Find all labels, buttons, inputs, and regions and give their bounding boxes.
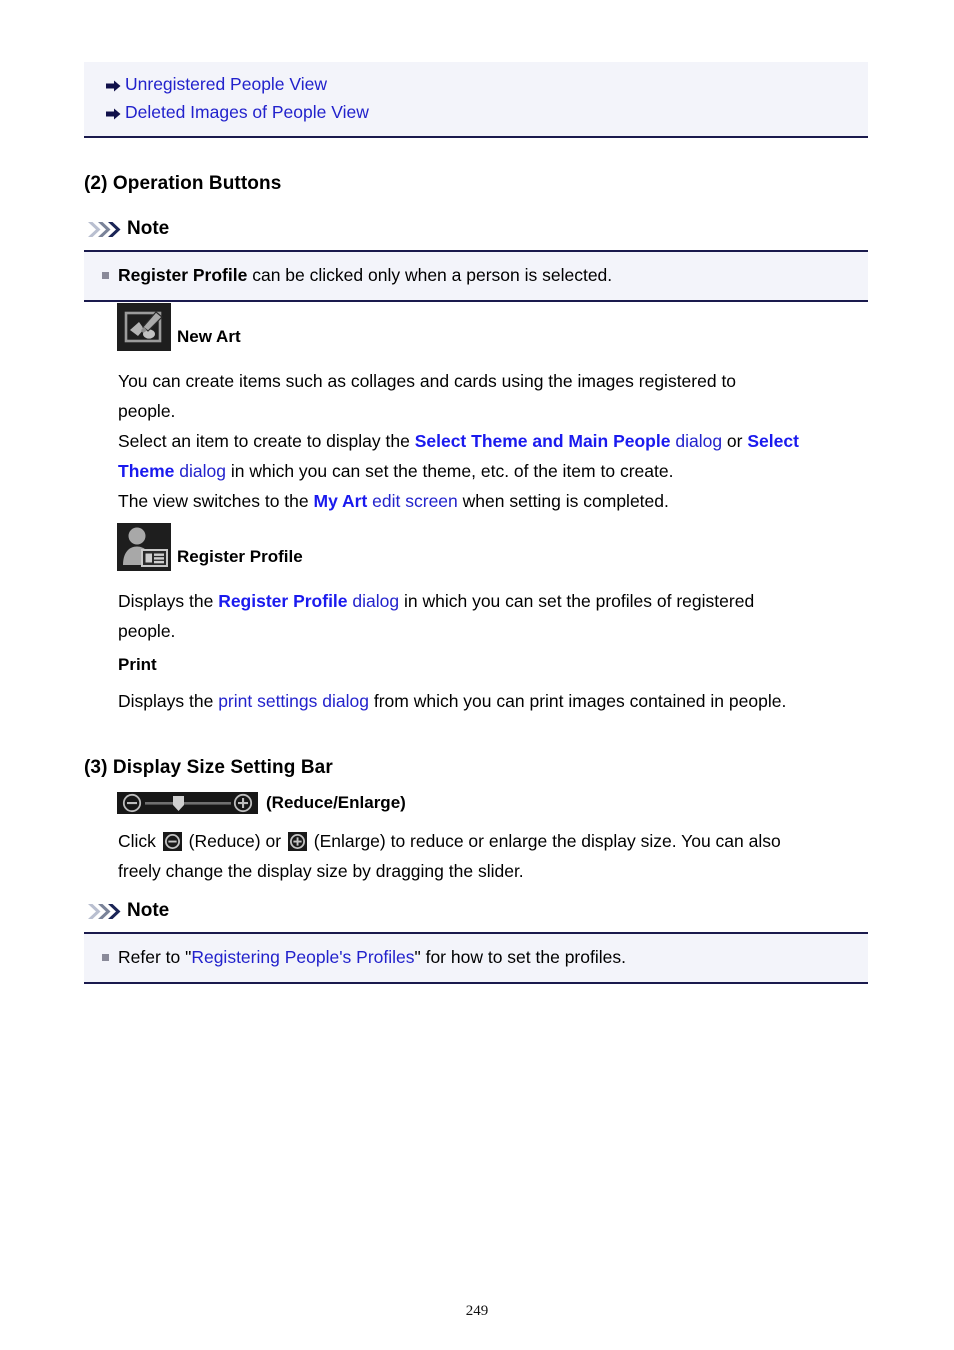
display-size-slider-row: (Reduce/Enlarge): [117, 792, 406, 814]
link-register-profile-suffix[interactable]: dialog: [348, 591, 399, 611]
document-page: Unregistered People View Deleted Images …: [0, 0, 954, 1350]
link-select-theme-and-main-people-suffix[interactable]: dialog: [670, 431, 722, 451]
link-item-unregistered-people-view[interactable]: Unregistered People View: [84, 70, 868, 98]
note-list-item: Refer to "Registering People's Profiles"…: [84, 943, 868, 971]
link-select-theme[interactable]: Select: [747, 431, 799, 451]
text-run: in which you can set the profiles of reg…: [399, 591, 755, 611]
text-run: Refer to ": [118, 947, 192, 967]
new-art-label: New Art: [177, 327, 241, 346]
display-size-description: Click (Reduce) or (Enlarge) to reduce or…: [118, 826, 878, 886]
text-run: Select an item to create to display the: [118, 431, 415, 451]
text-run: people.: [118, 621, 176, 641]
link-deleted-images-of-people-view[interactable]: Deleted Images of People View: [125, 102, 369, 122]
text-run: " for how to set the profiles.: [414, 947, 626, 967]
text-run: (Reduce) or: [183, 831, 286, 851]
related-links-box: Unregistered People View Deleted Images …: [84, 62, 868, 138]
new-art-description: You can create items such as collages an…: [118, 366, 878, 516]
paragraph-line: Select an item to create to display the …: [118, 426, 878, 456]
register-profile-label: Register Profile: [177, 547, 303, 566]
register-profile-row: Register Profile: [117, 523, 303, 571]
paragraph-line: You can create items such as collages an…: [118, 366, 878, 396]
note-list-item: Register Profile can be clicked only whe…: [84, 261, 868, 289]
register-profile-icon: [117, 523, 171, 571]
link-item-deleted-images-of-people-view[interactable]: Deleted Images of People View: [84, 98, 868, 126]
note-item-rest: can be clicked only when a person is sel…: [247, 265, 613, 285]
new-art-row: New Art: [117, 303, 241, 351]
paragraph-line: Displays the print settings dialog from …: [118, 686, 878, 716]
note-item-bold-lead: Register Profile: [118, 265, 248, 285]
text-run: You can create items such as collages an…: [118, 371, 737, 391]
note-heading-1: Note: [88, 218, 169, 240]
note-box-2: Refer to "Registering People's Profiles"…: [84, 932, 868, 984]
note-box-1: Register Profile can be clicked only whe…: [84, 250, 868, 302]
heading-operation-buttons: (2) Operation Buttons: [84, 173, 282, 194]
text-run: in which you can set the theme, etc. of …: [225, 461, 674, 481]
text-run: Displays the: [118, 591, 219, 611]
text-run: or: [722, 431, 748, 451]
page-number: 249: [465, 1303, 489, 1319]
display-size-slider-icon[interactable]: [117, 792, 258, 814]
link-registering-peoples-profiles[interactable]: Registering People's Profiles: [191, 947, 414, 967]
register-profile-description: Displays the Register Profile dialog in …: [118, 586, 878, 646]
link-print-settings-dialog[interactable]: print settings dialog: [218, 691, 369, 711]
paragraph-line: Displays the Register Profile dialog in …: [118, 586, 878, 616]
subheading-print: Print: [118, 655, 157, 674]
note-title: Note: [127, 900, 170, 921]
new-art-icon: [117, 303, 171, 351]
link-register-profile[interactable]: Register Profile: [218, 591, 347, 611]
paragraph-line: people.: [118, 396, 878, 426]
link-my-art[interactable]: My Art: [314, 491, 368, 511]
arrow-right-icon: [106, 107, 121, 120]
text-run: Click: [118, 831, 161, 851]
note-item-text: Register Profile can be clicked only whe…: [118, 261, 612, 289]
text-run: Displays the: [118, 691, 219, 711]
text-run: from which you can print images containe…: [368, 691, 787, 711]
reduce-icon[interactable]: [162, 830, 182, 851]
heading-display-size-setting-bar: (3) Display Size Setting Bar: [84, 757, 333, 778]
text-run: The view switches to the: [118, 491, 314, 511]
triple-chevron-icon: [88, 221, 122, 238]
arrow-right-icon: [106, 79, 121, 92]
square-bullet-icon: [102, 272, 109, 279]
paragraph-line: Click (Reduce) or (Enlarge) to reduce or…: [118, 826, 878, 856]
square-bullet-icon: [102, 954, 109, 961]
note-heading-2: Note: [88, 900, 169, 922]
link-unregistered-people-view[interactable]: Unregistered People View: [125, 74, 327, 94]
link-select-theme-and-main-people[interactable]: Select Theme and Main People: [415, 431, 671, 451]
display-size-slider-label: (Reduce/Enlarge): [266, 793, 406, 812]
paragraph-line: people.: [118, 616, 878, 646]
link-select-theme-suffix[interactable]: dialog: [174, 461, 226, 481]
link-my-art-edit-screen[interactable]: edit screen: [367, 491, 458, 511]
enlarge-icon[interactable]: [287, 830, 307, 851]
print-description: Displays the print settings dialog from …: [118, 686, 878, 716]
text-run: (Enlarge) to reduce or enlarge the displ…: [308, 831, 781, 851]
paragraph-line: The view switches to the My Art edit scr…: [118, 486, 878, 516]
note-item-text: Refer to "Registering People's Profiles"…: [118, 943, 626, 971]
text-run: people.: [118, 401, 176, 421]
link-select-theme-cont[interactable]: Theme: [118, 461, 174, 481]
paragraph-line: freely change the display size by draggi…: [118, 856, 878, 886]
text-run: freely change the display size by draggi…: [118, 861, 524, 881]
paragraph-line: Theme dialog in which you can set the th…: [118, 456, 878, 486]
triple-chevron-icon: [88, 903, 122, 920]
text-run: when setting is completed.: [457, 491, 669, 511]
note-title: Note: [127, 218, 170, 239]
